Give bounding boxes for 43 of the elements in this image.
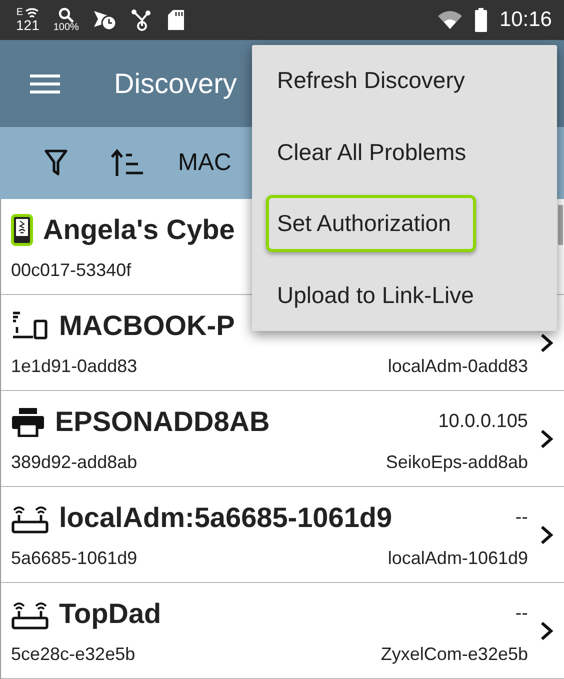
wifi-icon bbox=[437, 10, 464, 30]
device-row[interactable]: localAdm:5a6685-1061d9 -- 5a6685-1061d9 localAdm-1061d9 bbox=[1, 487, 564, 583]
device-address: -- bbox=[515, 603, 528, 625]
scrollbar[interactable] bbox=[558, 205, 563, 245]
clock-time: 10:16 bbox=[499, 8, 552, 32]
menu-item[interactable]: Refresh Discovery bbox=[266, 52, 490, 110]
vendor-name: localAdm-0add83 bbox=[388, 356, 528, 377]
printer-icon bbox=[11, 407, 45, 437]
device-name: Angela's Cybe bbox=[43, 214, 235, 246]
handheld-tester-icon bbox=[11, 214, 33, 246]
filter-icon[interactable] bbox=[44, 149, 68, 177]
menu-item[interactable]: Clear All Problems bbox=[266, 124, 492, 181]
mac-address: 5a6685-1061d9 bbox=[11, 548, 138, 569]
search-percent: 100% bbox=[53, 23, 79, 33]
device-name: localAdm:5a6685-1061d9 bbox=[59, 502, 392, 534]
search-icon bbox=[58, 7, 74, 23]
signal-label: E bbox=[16, 8, 24, 18]
vendor-name: ZyxelCom-e32e5b bbox=[380, 644, 528, 665]
device-row[interactable]: EPSONADD8AB 10.0.0.105 389d92-add8ab SeikoEps-add8ab bbox=[1, 391, 564, 487]
device-name: EPSONADD8AB bbox=[55, 406, 270, 438]
device-address: 10.0.0.105 bbox=[438, 411, 528, 433]
device-name: TopDad bbox=[59, 598, 162, 630]
app-title: Discovery bbox=[114, 68, 237, 100]
mac-address: 1e1d91-0add83 bbox=[11, 356, 138, 377]
tone-clock-icon bbox=[92, 9, 117, 31]
device-row[interactable]: TopDad -- 5ce28c-e32e5b ZyxelCom-e32e5b bbox=[1, 583, 564, 679]
vendor-name: SeikoEps-add8ab bbox=[386, 452, 528, 473]
signal-arcs-icon bbox=[25, 8, 40, 18]
mac-address: 5ce28c-e32e5b bbox=[11, 644, 136, 665]
menu-item[interactable]: Set Authorization bbox=[266, 195, 476, 252]
mac-address: 00c017-53340f bbox=[11, 260, 132, 281]
computer-icon bbox=[11, 311, 49, 341]
vendor-name: localAdm-1061d9 bbox=[388, 548, 528, 569]
hub-icon bbox=[130, 9, 153, 31]
sort-icon[interactable] bbox=[110, 149, 144, 177]
device-address: -- bbox=[515, 507, 528, 529]
device-name: MACBOOK-P bbox=[59, 310, 235, 342]
sort-label[interactable]: MAC bbox=[178, 149, 232, 177]
signal-count: 121 bbox=[16, 18, 40, 32]
sd-card-icon bbox=[166, 9, 185, 31]
menu-icon[interactable] bbox=[30, 74, 60, 94]
battery-icon bbox=[475, 8, 488, 32]
mac-address: 389d92-add8ab bbox=[11, 452, 138, 473]
